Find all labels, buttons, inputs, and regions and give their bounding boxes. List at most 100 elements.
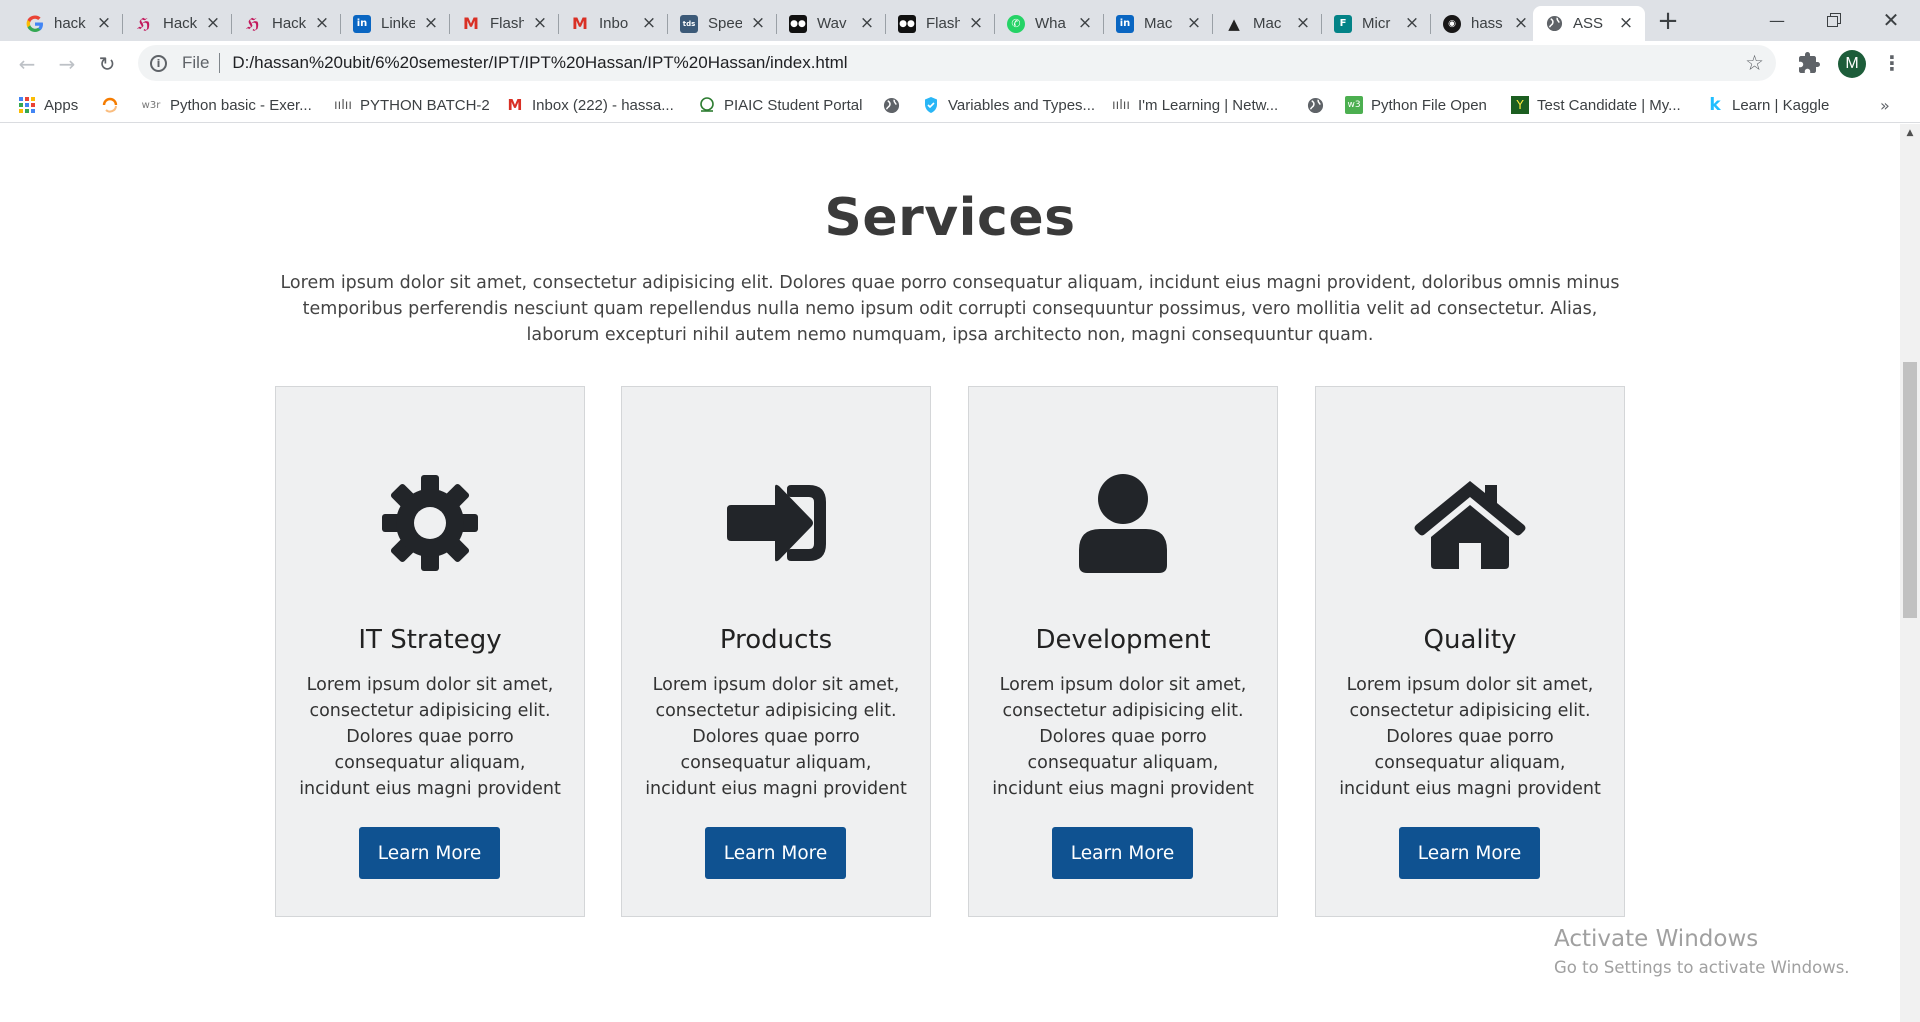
bookmark-item[interactable]	[101, 93, 119, 117]
tab-title: Flash	[926, 15, 960, 32]
close-icon[interactable]: ×	[313, 14, 331, 32]
github-icon: ◉	[1443, 14, 1461, 33]
browser-tab[interactable]: ✆ Wha ×	[995, 6, 1104, 41]
info-icon[interactable]: i	[150, 54, 167, 72]
service-card: Development Lorem ipsum dolor sit amet, …	[968, 386, 1278, 917]
reload-button[interactable]: ↻	[92, 49, 122, 79]
extensions-puzzle-icon[interactable]	[1797, 51, 1821, 75]
bookmark-item[interactable]: ıılıı I'm Learning | Netw...	[1112, 93, 1278, 117]
bookmark-item[interactable]: w3 Python File Open	[1345, 93, 1487, 117]
close-icon[interactable]: ×	[1403, 14, 1421, 32]
tds-icon: tds	[680, 14, 698, 33]
bookmark-item[interactable]: M Inbox (222) - hassa...	[506, 93, 674, 117]
minimize-button[interactable]: —	[1754, 0, 1800, 40]
hackerrank-icon: ℌ	[246, 14, 260, 33]
learn-more-button[interactable]: Learn More	[1399, 827, 1540, 879]
tab-title: hass	[1471, 15, 1503, 32]
tab-title: Hack	[272, 15, 306, 32]
browser-tab[interactable]: hack ×	[14, 6, 123, 41]
close-icon[interactable]: ×	[531, 14, 549, 32]
gear-icon	[276, 471, 584, 575]
home-icon	[1316, 471, 1624, 575]
close-icon[interactable]: ×	[1185, 14, 1203, 32]
close-icon[interactable]: ×	[95, 14, 113, 32]
browser-tab[interactable]: in Mac ×	[1104, 6, 1213, 41]
address-bar[interactable]: i File D:/hassan%20ubit/6%20semester/IPT…	[138, 45, 1776, 81]
close-icon[interactable]: ×	[967, 14, 985, 32]
close-icon[interactable]: ×	[422, 14, 440, 32]
user-icon	[969, 471, 1277, 575]
close-icon[interactable]: ×	[204, 14, 222, 32]
browser-tab-active[interactable]: ASS ×	[1533, 6, 1645, 41]
bookmark-item[interactable]	[882, 93, 900, 117]
bookmark-item[interactable]: w3r Python basic - Exer...	[140, 93, 312, 117]
scrollbar-thumb[interactable]	[1903, 362, 1917, 618]
menu-dots-icon[interactable]: ⋮	[1882, 50, 1902, 78]
close-icon[interactable]: ×	[640, 14, 658, 32]
browser-tab[interactable]: F Micr ×	[1322, 6, 1431, 41]
bookmark-label: Apps	[44, 96, 79, 114]
bookmark-label: PIAIC Student Portal	[724, 96, 863, 114]
close-window-button[interactable]: ✕	[1868, 0, 1914, 40]
learn-more-button[interactable]: Learn More	[705, 827, 846, 879]
bookmark-apps[interactable]: Apps	[18, 93, 78, 117]
browser-tab[interactable]: ●● Wav ×	[777, 6, 886, 41]
card-title: Products	[719, 625, 833, 655]
close-icon[interactable]: ×	[749, 14, 767, 32]
learn-more-button[interactable]: Learn More	[359, 827, 500, 879]
browser-tab[interactable]: ▲ Mac ×	[1213, 6, 1322, 41]
forward-button[interactable]: →	[52, 49, 82, 79]
card-text: Lorem ipsum dolor sit amet, consectetur …	[299, 675, 561, 799]
hackerrank-icon: ℌ	[137, 14, 151, 33]
address-scheme: File	[182, 53, 210, 72]
page-scrollbar[interactable]: ▲	[1900, 124, 1920, 1022]
bookmark-item[interactable]: ıılıı PYTHON BATCH-2	[334, 93, 490, 117]
bookmark-item[interactable]: k Learn | Kaggle	[1706, 93, 1829, 117]
globe-icon	[882, 96, 900, 114]
browser-tab[interactable]: ℌ Hack ×	[123, 6, 232, 41]
bookmark-item[interactable]: Y Test Candidate | My...	[1511, 93, 1681, 117]
close-icon[interactable]: ×	[1076, 14, 1094, 32]
restore-button[interactable]	[1811, 0, 1857, 40]
shield-icon	[922, 96, 940, 114]
bookmark-item[interactable]	[1306, 93, 1324, 117]
bookmark-star-icon[interactable]: ☆	[1745, 51, 1764, 75]
back-button[interactable]: ←	[12, 49, 42, 79]
close-icon[interactable]: ×	[1294, 14, 1312, 32]
card-text: Lorem ipsum dolor sit amet, consectetur …	[645, 675, 907, 799]
waves-icon: ıılıı	[1111, 97, 1131, 113]
windows-activation-watermark: Activate Windows Go to Settings to activ…	[1554, 926, 1850, 977]
new-tab-button[interactable]: +	[1654, 8, 1682, 36]
tab-title: Mac	[1144, 15, 1173, 32]
tab-title: Micr	[1362, 15, 1391, 32]
w3schools-icon: w3	[1345, 96, 1363, 114]
browser-toolbar: ← → ↻ i File D:/hassan%20ubit/6%20semest…	[0, 41, 1920, 88]
service-card: Quality Lorem ipsum dolor sit amet, cons…	[1315, 386, 1625, 917]
browser-tab[interactable]: ●● Flash ×	[886, 6, 995, 41]
bookmark-label: Python basic - Exer...	[170, 96, 312, 114]
kaggle-icon: k	[1709, 95, 1721, 115]
bookmark-label: I'm Learning | Netw...	[1138, 96, 1279, 114]
more-bookmarks-icon[interactable]: »	[1880, 96, 1890, 115]
close-icon[interactable]: ×	[858, 14, 876, 32]
scroll-up-arrow-icon[interactable]: ▲	[1905, 128, 1915, 138]
address-url[interactable]: D:/hassan%20ubit/6%20semester/IPT/IPT%20…	[232, 53, 847, 73]
w3r-icon: w3r	[141, 99, 161, 111]
browser-tab[interactable]: ◉ hass ×	[1431, 6, 1540, 41]
mountain-icon: ▲	[1228, 14, 1240, 33]
browser-tab[interactable]: ℌ Hack ×	[232, 6, 341, 41]
section-title: Services	[824, 188, 1076, 248]
close-icon[interactable]: ×	[1512, 14, 1530, 32]
close-icon[interactable]: ×	[1617, 14, 1635, 32]
profile-avatar[interactable]: M	[1838, 50, 1866, 78]
bookmark-item[interactable]: Variables and Types...	[922, 93, 1095, 117]
browser-tab[interactable]: M Inbo ×	[559, 6, 668, 41]
browser-tab[interactable]: M Flash ×	[450, 6, 559, 41]
gmail-icon: M	[507, 96, 523, 114]
browser-tab[interactable]: tds Spee ×	[668, 6, 777, 41]
learn-more-button[interactable]: Learn More	[1052, 827, 1193, 879]
bookmark-item[interactable]: PIAIC Student Portal	[698, 93, 862, 117]
browser-tab[interactable]: in Linke ×	[341, 6, 450, 41]
gmail-icon: M	[463, 14, 479, 33]
tab-title: Linke	[381, 15, 415, 32]
